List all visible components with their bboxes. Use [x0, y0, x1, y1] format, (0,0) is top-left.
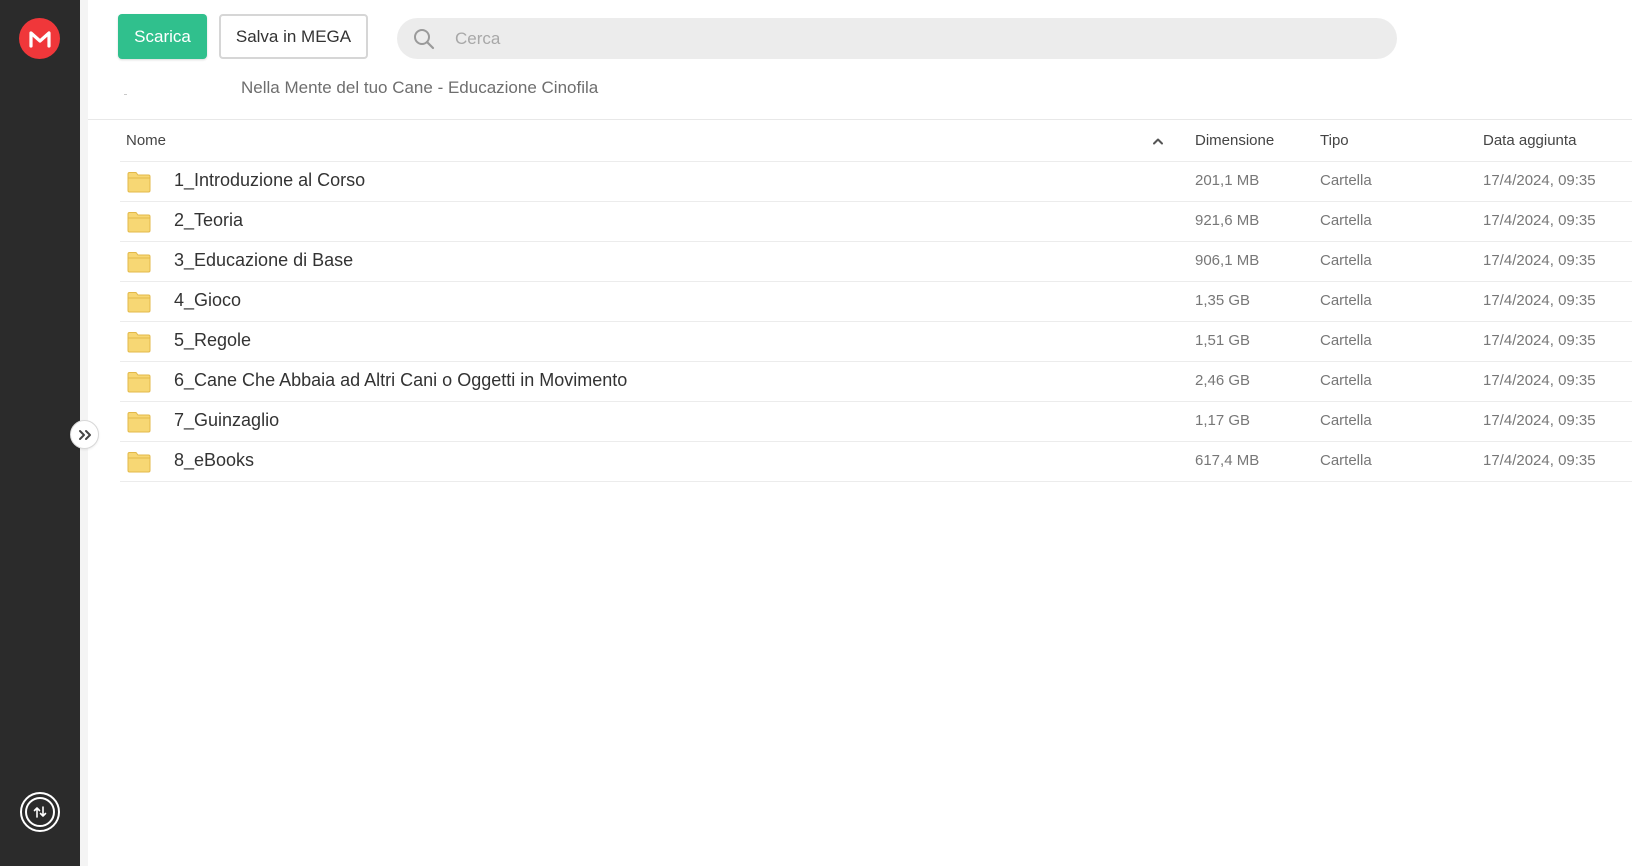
row-date: 17/4/2024, 09:35	[1483, 172, 1596, 189]
column-header-size[interactable]: Dimensione	[1195, 132, 1274, 149]
transfers-button[interactable]	[20, 792, 60, 832]
download-button[interactable]: Scarica	[118, 14, 207, 59]
row-type: Cartella	[1320, 332, 1372, 349]
save-to-mega-button[interactable]: Salva in MEGA	[219, 14, 368, 59]
table-row[interactable]: 4_Gioco 1,35 GB Cartella 17/4/2024, 09:35	[120, 282, 1632, 322]
column-header-date[interactable]: Data aggiunta	[1483, 132, 1576, 149]
row-date: 17/4/2024, 09:35	[1483, 412, 1596, 429]
row-type: Cartella	[1320, 212, 1372, 229]
table-row[interactable]: 6_Cane Che Abbaia ad Altri Cani o Oggett…	[120, 362, 1632, 402]
table-row[interactable]: 1_Introduzione al Corso 201,1 MB Cartella 1…	[120, 162, 1632, 202]
row-date: 17/4/2024, 09:35	[1483, 332, 1596, 349]
row-name: 8_eBooks	[174, 450, 255, 470]
folder-icon	[127, 171, 151, 198]
table-row[interactable]: 3_Educazione di Base 906,1 MB Cartella 17/4…	[120, 242, 1632, 282]
column-header-name[interactable]: Nome	[126, 132, 166, 149]
row-type: Cartella	[1320, 412, 1372, 429]
row-name: 4_Gioco	[174, 290, 242, 310]
table-row[interactable]: 8_eBooks 617,4 MB Cartella 17/4/2024, 09:35	[120, 442, 1632, 482]
folder-icon	[127, 371, 151, 398]
table-row[interactable]: 2_Teoria 921,6 MB Cartella 17/4/2024, 09:35	[120, 202, 1632, 242]
row-type: Cartella	[1320, 252, 1372, 269]
column-header-type[interactable]: Tipo	[1320, 132, 1349, 149]
row-type: Cartella	[1320, 172, 1372, 189]
row-name: 6_Cane Che Abbaia ad Altri Cani o Oggett…	[174, 370, 628, 390]
folder-icon	[127, 251, 151, 278]
chevron-up-icon[interactable]	[1152, 137, 1164, 145]
row-divider	[120, 481, 1632, 482]
chevron-double-right-icon	[78, 429, 91, 440]
row-size: 1,17 GB	[1195, 412, 1251, 429]
row-name: 3_Educazione di Base	[174, 250, 354, 270]
folder-icon	[127, 211, 151, 238]
folder-icon	[127, 451, 151, 478]
search-input[interactable]	[455, 24, 1355, 53]
breadcrumb[interactable]: Nella Mente del tuo Cane - Educazione Ci…	[241, 78, 598, 98]
row-size: 1,51 GB	[1195, 332, 1251, 349]
row-name: 7_Guinzaglio	[174, 410, 280, 430]
row-size: 2,46 GB	[1195, 372, 1251, 389]
row-date: 17/4/2024, 09:35	[1483, 372, 1596, 389]
row-name: 1_Introduzione al Corso	[174, 170, 366, 190]
transfer-icon	[25, 797, 55, 827]
row-type: Cartella	[1320, 292, 1372, 309]
row-type: Cartella	[1320, 372, 1372, 389]
table-row[interactable]: 5_Regole 1,51 GB Cartella 17/4/2024, 09:35	[120, 322, 1632, 362]
row-date: 17/4/2024, 09:35	[1483, 212, 1596, 229]
row-type: Cartella	[1320, 452, 1372, 469]
row-date: 17/4/2024, 09:35	[1483, 452, 1596, 469]
row-name: 5_Regole	[174, 330, 252, 350]
row-name: 2_Teoria	[174, 210, 244, 230]
row-size: 1,35 GB	[1195, 292, 1251, 309]
row-size: 921,6 MB	[1195, 212, 1260, 229]
row-size: 201,1 MB	[1195, 172, 1260, 189]
folder-icon	[127, 331, 151, 358]
expand-sidebar-button[interactable]	[70, 420, 99, 449]
folder-icon	[127, 291, 151, 318]
row-size: 906,1 MB	[1195, 252, 1260, 269]
breadcrumb-separator	[124, 94, 127, 95]
search-bar	[397, 18, 1397, 59]
mega-logo-icon[interactable]	[19, 18, 60, 59]
row-date: 17/4/2024, 09:35	[1483, 292, 1596, 309]
sidebar	[0, 0, 80, 866]
folder-icon	[127, 411, 151, 438]
row-date: 17/4/2024, 09:35	[1483, 252, 1596, 269]
row-size: 617,4 MB	[1195, 452, 1260, 469]
table-row[interactable]: 7_Guinzaglio 1,17 GB Cartella 17/4/2024, 09…	[120, 402, 1632, 442]
header-divider	[88, 119, 1632, 120]
search-icon	[414, 29, 435, 50]
